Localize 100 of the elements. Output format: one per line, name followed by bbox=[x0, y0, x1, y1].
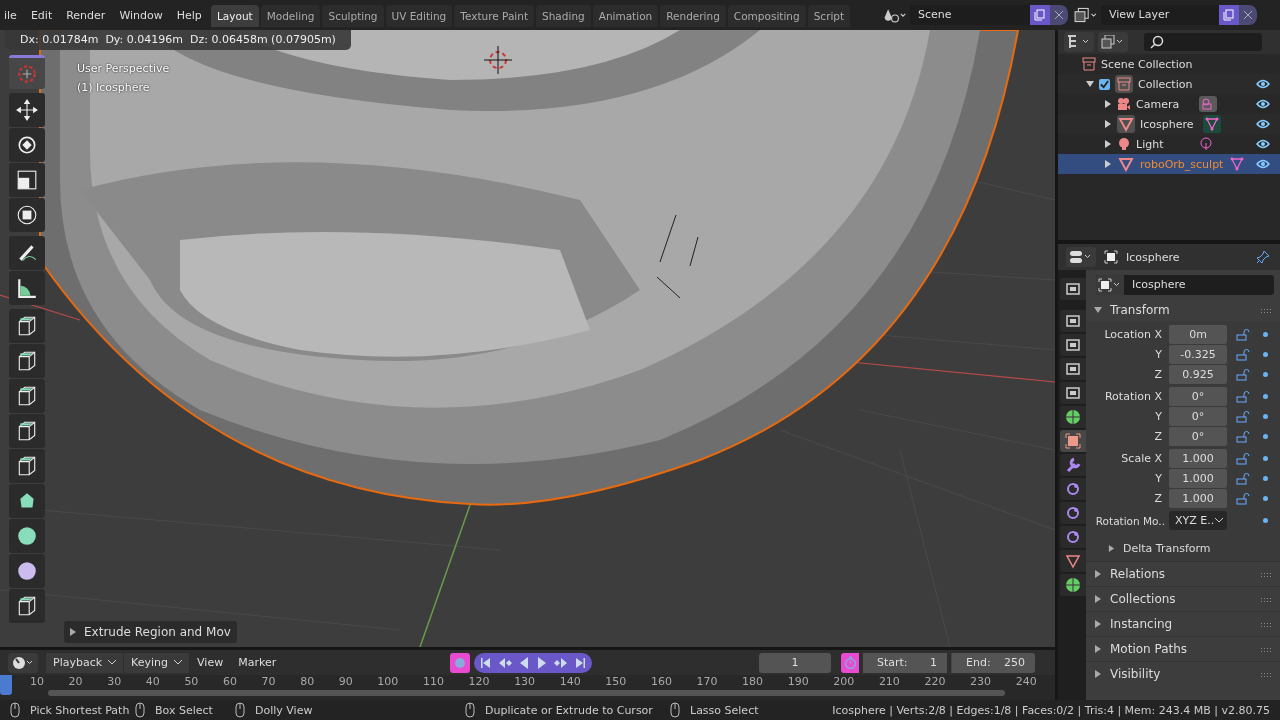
scrollbar[interactable] bbox=[48, 690, 1005, 696]
search-field[interactable] bbox=[1144, 33, 1262, 51]
open-lock-icon[interactable] bbox=[1236, 452, 1250, 465]
open-lock-icon[interactable] bbox=[1236, 492, 1250, 505]
spin-tool-button[interactable] bbox=[9, 519, 45, 553]
number-field[interactable]: 1.000 bbox=[1169, 469, 1227, 488]
timeline-menu[interactable]: Playback bbox=[46, 652, 124, 673]
open-lock-icon[interactable] bbox=[1236, 390, 1250, 403]
workspace-tab[interactable]: Animation bbox=[592, 5, 659, 27]
keyframe-dot[interactable] bbox=[1263, 518, 1268, 523]
current-frame-field[interactable]: 1 bbox=[759, 652, 831, 673]
view-layer-filter-button[interactable] bbox=[1098, 32, 1128, 52]
extrude-tool-button[interactable] bbox=[9, 309, 45, 343]
expand-arrow-icon[interactable] bbox=[1104, 140, 1112, 148]
constraints-tab[interactable] bbox=[1060, 526, 1086, 548]
outliner-item[interactable]: Icosphere bbox=[1140, 117, 1198, 131]
3d-viewport[interactable]: Dx: 0.01784m Dy: 0.04196m Dz: 0.06458m (0.07905m) User Perspective (1) Icosphere Extrude Region and Mov bbox=[0, 30, 1055, 647]
open-lock-icon[interactable] bbox=[1236, 430, 1250, 443]
pin-icon[interactable] bbox=[1256, 250, 1270, 264]
measure-tool-button[interactable] bbox=[9, 271, 45, 305]
menu-item[interactable]: Window bbox=[112, 8, 170, 22]
number-field[interactable]: 0° bbox=[1169, 387, 1227, 406]
number-field[interactable]: 0° bbox=[1169, 407, 1227, 426]
keyframe-dot[interactable] bbox=[1263, 372, 1268, 377]
rotation-mode-dropdown[interactable]: XYZ E.. bbox=[1169, 511, 1227, 530]
expand-arrow-icon[interactable] bbox=[1104, 160, 1112, 168]
last-operator-panel[interactable]: Extrude Region and Mov bbox=[64, 621, 237, 643]
keyframe-dot[interactable] bbox=[1263, 352, 1268, 357]
number-field[interactable]: 1.000 bbox=[1169, 449, 1227, 468]
workspace-tab[interactable]: Layout bbox=[211, 5, 259, 27]
outliner-item[interactable]: Scene Collection bbox=[1101, 57, 1193, 71]
eye-icon[interactable] bbox=[1256, 99, 1270, 109]
transform-tool-button[interactable] bbox=[9, 198, 45, 232]
keyframe-dot[interactable] bbox=[1263, 496, 1268, 501]
bevel-tool-button[interactable] bbox=[9, 379, 45, 413]
menu-item[interactable]: Help bbox=[169, 8, 209, 22]
panel-header[interactable]: Transform bbox=[1086, 299, 1280, 321]
auto-keying-button[interactable] bbox=[450, 652, 470, 673]
editor-type-button[interactable] bbox=[1066, 247, 1096, 267]
outliner-item[interactable]: Collection bbox=[1138, 77, 1193, 91]
menu-item[interactable]: Render bbox=[59, 8, 113, 22]
timeline-menu[interactable]: Keying bbox=[124, 652, 190, 673]
expand-arrow-icon[interactable] bbox=[1104, 100, 1112, 108]
preview-range-button[interactable] bbox=[841, 652, 859, 673]
keyframe-dot[interactable] bbox=[1263, 332, 1268, 337]
rotate-tool-button[interactable] bbox=[9, 128, 45, 162]
number-field[interactable]: 0m bbox=[1169, 325, 1227, 344]
open-lock-icon[interactable] bbox=[1236, 368, 1250, 381]
shrink-tool-button[interactable] bbox=[9, 589, 45, 623]
jump-to-start-icon[interactable] bbox=[480, 656, 492, 669]
scale-tool-button[interactable] bbox=[9, 163, 45, 197]
play-reverse-icon[interactable] bbox=[518, 656, 530, 669]
number-field[interactable]: 0.925 bbox=[1169, 365, 1227, 384]
particles-tab[interactable] bbox=[1060, 478, 1086, 500]
view-layer-name-field[interactable]: View Layer bbox=[1101, 5, 1219, 25]
view-layer-icon[interactable] bbox=[1074, 7, 1098, 23]
workspace-tab[interactable]: UV Editing bbox=[385, 5, 453, 27]
scene-tab[interactable] bbox=[1060, 382, 1086, 404]
modifier-tab[interactable] bbox=[1060, 454, 1086, 476]
subpanel-header[interactable]: Delta Transform bbox=[1086, 537, 1280, 559]
play-icon[interactable] bbox=[536, 656, 548, 669]
panel-header[interactable]: Relations bbox=[1086, 561, 1280, 586]
open-lock-icon[interactable] bbox=[1236, 410, 1250, 423]
workspace-tab[interactable]: Rendering bbox=[660, 5, 726, 27]
render-tab[interactable] bbox=[1060, 310, 1086, 332]
end-frame-field[interactable]: End: 250 bbox=[951, 652, 1035, 673]
workspace-tab[interactable]: Texture Paint bbox=[454, 5, 535, 27]
menu-item[interactable]: ile bbox=[0, 8, 24, 22]
panel-header[interactable]: Visibility bbox=[1086, 661, 1280, 686]
keyframe-dot[interactable] bbox=[1263, 456, 1268, 461]
panel-header[interactable]: Collections bbox=[1086, 586, 1280, 611]
number-field[interactable]: -0.325 bbox=[1169, 345, 1227, 364]
delete-view-layer-button[interactable] bbox=[1239, 5, 1257, 25]
collection-checkbox[interactable] bbox=[1099, 78, 1110, 90]
view-layer-tab[interactable] bbox=[1060, 358, 1086, 380]
data-tab[interactable] bbox=[1060, 550, 1086, 572]
panel-header[interactable]: Motion Paths bbox=[1086, 636, 1280, 661]
output-tab[interactable] bbox=[1060, 334, 1086, 356]
workspace-tab[interactable]: Modeling bbox=[260, 5, 321, 27]
jump-to-end-icon[interactable] bbox=[574, 656, 586, 669]
annotate-tool-button[interactable] bbox=[9, 236, 45, 270]
knife-tool-button[interactable] bbox=[9, 449, 45, 483]
number-field[interactable]: 0° bbox=[1169, 427, 1227, 446]
workspace-tab[interactable]: Sculpting bbox=[322, 5, 384, 27]
open-lock-icon[interactable] bbox=[1236, 472, 1250, 485]
editor-type-button[interactable] bbox=[8, 652, 38, 673]
keyframe-dot[interactable] bbox=[1263, 394, 1268, 399]
number-field[interactable]: 1.000 bbox=[1169, 489, 1227, 508]
workspace-tab[interactable]: Script bbox=[807, 5, 851, 27]
outliner-item[interactable]: Camera bbox=[1136, 97, 1194, 111]
polybuild-tool-button[interactable] bbox=[9, 484, 45, 518]
open-lock-icon[interactable] bbox=[1236, 348, 1250, 361]
scene-icon[interactable] bbox=[883, 7, 907, 23]
mesh-data-icon[interactable] bbox=[1203, 115, 1221, 133]
eye-icon[interactable] bbox=[1256, 79, 1270, 89]
eye-icon[interactable] bbox=[1256, 119, 1270, 129]
tool-tab[interactable] bbox=[1060, 278, 1086, 300]
next-keyframe-icon[interactable] bbox=[554, 656, 568, 669]
eye-icon[interactable] bbox=[1256, 159, 1270, 169]
material-tab[interactable] bbox=[1060, 574, 1086, 596]
